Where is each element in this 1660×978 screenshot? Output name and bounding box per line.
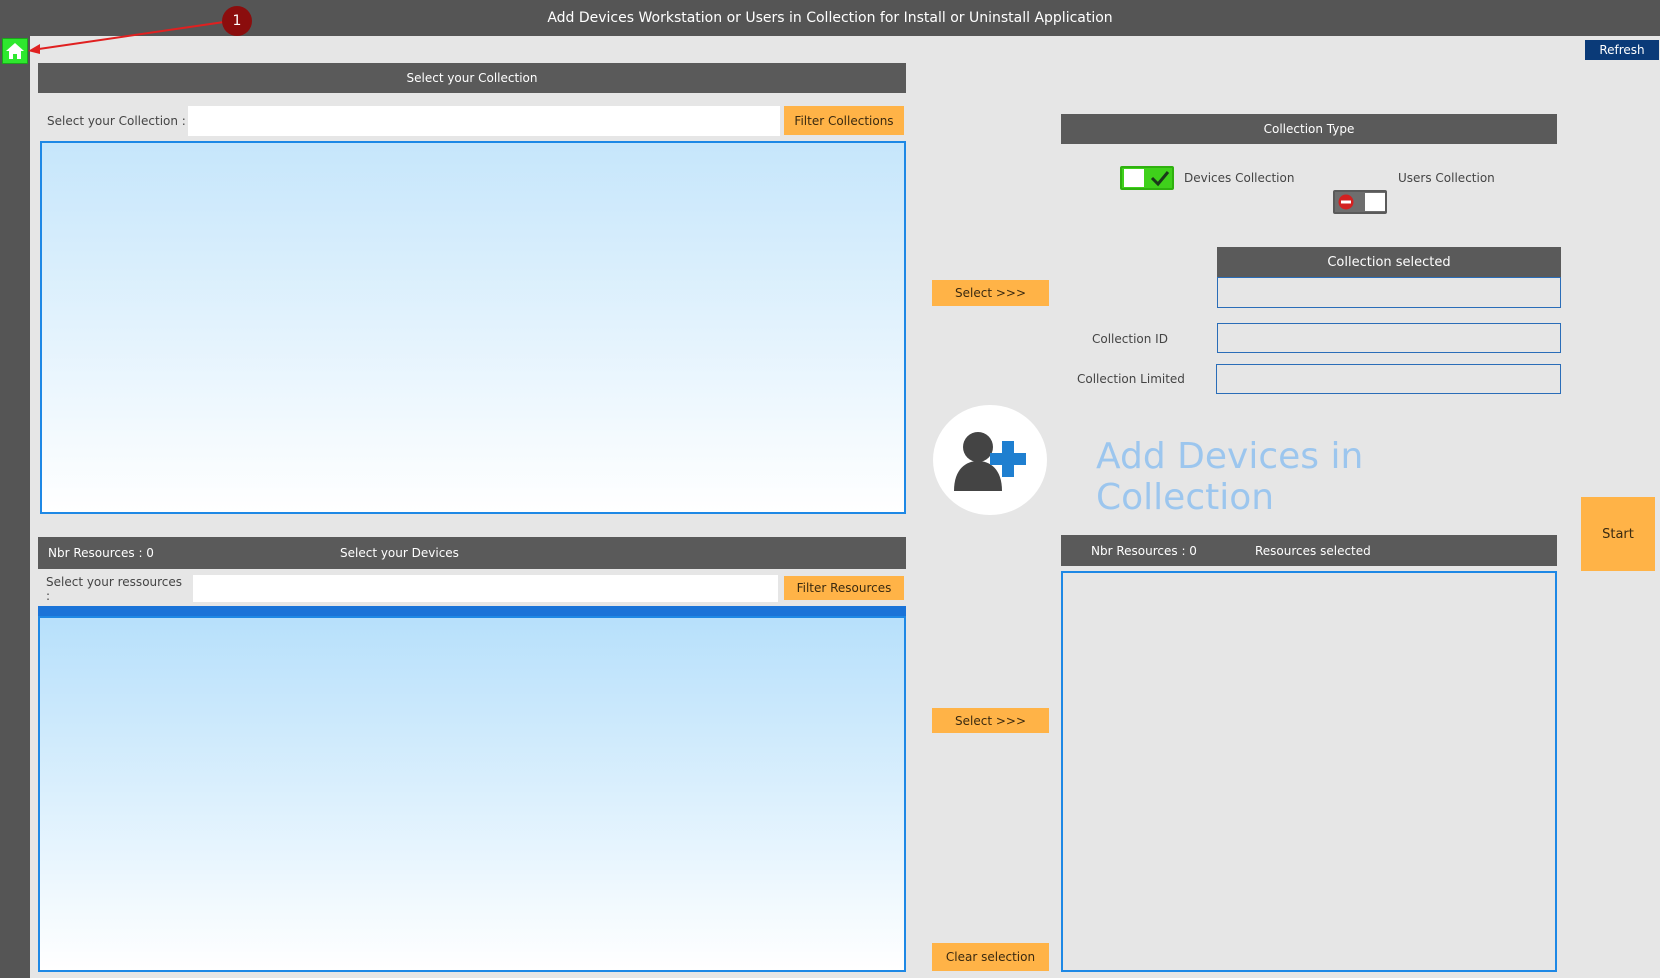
toggle-knob [1124, 169, 1144, 187]
resource-search-input[interactable] [193, 575, 778, 602]
devices-nbr-resources: Nbr Resources : 0 [48, 546, 154, 560]
collection-id-label: Collection ID [1092, 332, 1168, 346]
check-icon [1150, 171, 1170, 187]
resources-selected-list[interactable] [1061, 571, 1557, 972]
collection-selected-header: Collection selected [1217, 247, 1561, 277]
refresh-button[interactable]: Refresh [1585, 40, 1659, 60]
collection-type-title: Collection Type [1263, 122, 1355, 136]
collection-limited-field [1216, 364, 1561, 394]
devices-collection-label: Devices Collection [1184, 171, 1295, 185]
collection-selected-field [1217, 277, 1561, 308]
devices-list[interactable] [38, 616, 906, 972]
clear-selection-button[interactable]: Clear selection [932, 943, 1049, 971]
devices-panel-title: Select your Devices [340, 546, 459, 560]
select-collection-button[interactable]: Select >>> [932, 280, 1049, 306]
collection-type-header: Collection Type [1061, 114, 1557, 144]
annotation-badge: 1 [222, 6, 252, 36]
left-sidebar [0, 36, 30, 978]
resources-selected-header: Nbr Resources : 0 Resources selected [1061, 535, 1557, 566]
annotation-arrow [28, 21, 225, 54]
collection-list[interactable] [40, 141, 906, 514]
select-resources-button[interactable]: Select >>> [932, 708, 1049, 733]
start-button[interactable]: Start [1581, 497, 1655, 571]
add-user-icon [954, 432, 1026, 491]
resources-nbr-resources: Nbr Resources : 0 [1091, 543, 1197, 558]
collection-selected-title: Collection selected [1327, 254, 1451, 270]
no-entry-icon [1338, 194, 1354, 210]
resources-selected-title: Resources selected [1255, 543, 1371, 558]
collection-panel-title: Select your Collection [406, 71, 538, 85]
toggle-knob [1365, 193, 1385, 211]
action-title: Add Devices in Collection [1096, 436, 1364, 518]
collection-limited-label: Collection Limited [1077, 372, 1185, 386]
collection-panel-header: Select your Collection [38, 63, 906, 93]
collection-id-field [1217, 323, 1561, 353]
filter-collections-button[interactable]: Filter Collections [784, 106, 904, 135]
add-user-badge [933, 405, 1047, 515]
users-collection-toggle[interactable] [1333, 190, 1387, 214]
devices-collection-toggle[interactable] [1120, 166, 1174, 190]
collection-search-input[interactable] [188, 106, 780, 136]
resource-search-label: Select your ressources : [46, 575, 183, 603]
window-title: Add Devices Workstation or Users in Coll… [547, 10, 1113, 26]
filter-resources-button[interactable]: Filter Resources [784, 576, 904, 600]
collection-search-label: Select your Collection : [47, 114, 186, 128]
devices-panel-header: Nbr Resources : 0 Select your Devices [38, 537, 906, 569]
users-collection-label: Users Collection [1398, 171, 1495, 185]
